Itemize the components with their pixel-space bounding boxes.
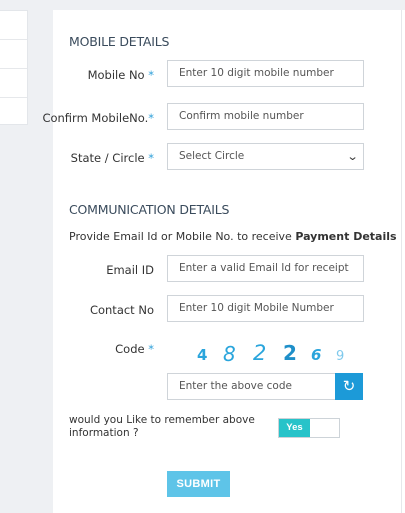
captcha-digit: 2 bbox=[283, 341, 297, 365]
captcha-digit: 6 bbox=[311, 346, 322, 364]
side-panel-row[interactable] bbox=[0, 11, 27, 40]
captcha-digit: 2 bbox=[253, 341, 267, 365]
state-circle-label: State / Circle * bbox=[71, 151, 154, 165]
state-circle-selected-value: Select Circle bbox=[179, 150, 245, 162]
remember-toggle[interactable]: Yes bbox=[278, 418, 340, 438]
mobile-no-label: Mobile No * bbox=[88, 68, 154, 82]
refresh-icon: ↻ bbox=[342, 378, 356, 395]
right-panel-edge bbox=[401, 10, 405, 513]
left-side-panel bbox=[0, 10, 28, 125]
code-label: Code * bbox=[115, 342, 154, 356]
form-card: MOBILE DETAILS Mobile No * Enter 10 digi… bbox=[42, 10, 402, 513]
mobile-details-title: MOBILE DETAILS bbox=[69, 34, 170, 49]
state-circle-label-text: State / Circle bbox=[70, 151, 145, 165]
code-label-text: Code bbox=[115, 342, 145, 356]
refresh-captcha-button[interactable]: ↻ bbox=[335, 373, 363, 400]
chevron-down-icon: ⌄ bbox=[346, 150, 359, 163]
communication-details-title: COMMUNICATION DETAILS bbox=[69, 202, 230, 217]
submit-button[interactable]: SUBMIT bbox=[167, 471, 230, 497]
side-panel-row[interactable] bbox=[0, 69, 27, 98]
remember-text: would you Like to remember above informa… bbox=[69, 414, 255, 439]
mobile-no-input[interactable]: Enter 10 digit mobile number bbox=[167, 60, 364, 87]
confirm-mobile-input[interactable]: Confirm mobile number bbox=[167, 103, 364, 130]
contact-no-input[interactable]: Enter 10 digit Mobile Number bbox=[167, 295, 364, 322]
contact-no-label: Contact No bbox=[89, 303, 154, 317]
required-marker: * bbox=[148, 342, 154, 356]
required-marker: * bbox=[148, 151, 154, 165]
captcha-digit: 9 bbox=[336, 349, 345, 364]
communication-info-bold: Payment Details bbox=[295, 230, 397, 243]
state-circle-select[interactable]: Select Circle ⌄ bbox=[167, 143, 364, 170]
email-id-label: Email ID bbox=[106, 263, 154, 277]
required-marker: * bbox=[148, 111, 154, 125]
confirm-mobile-label: Confirm MobileNo.* bbox=[42, 111, 154, 125]
toggle-yes-label: Yes bbox=[279, 419, 310, 437]
side-panel-row[interactable] bbox=[0, 40, 27, 69]
mobile-no-label-text: Mobile No bbox=[87, 68, 145, 82]
confirm-mobile-label-text: Confirm MobileNo. bbox=[42, 111, 149, 125]
email-id-input[interactable]: Enter a valid Email Id for receipt bbox=[167, 255, 364, 282]
communication-info-text: Provide Email Id or Mobile No. to receiv… bbox=[69, 230, 397, 243]
captcha-digit: 8 bbox=[223, 342, 236, 366]
required-marker: * bbox=[148, 68, 154, 82]
captcha-input[interactable]: Enter the above code bbox=[167, 373, 336, 400]
captcha-digit: 4 bbox=[197, 346, 208, 364]
communication-info-prefix: Provide Email Id or Mobile No. to receiv… bbox=[69, 230, 296, 243]
